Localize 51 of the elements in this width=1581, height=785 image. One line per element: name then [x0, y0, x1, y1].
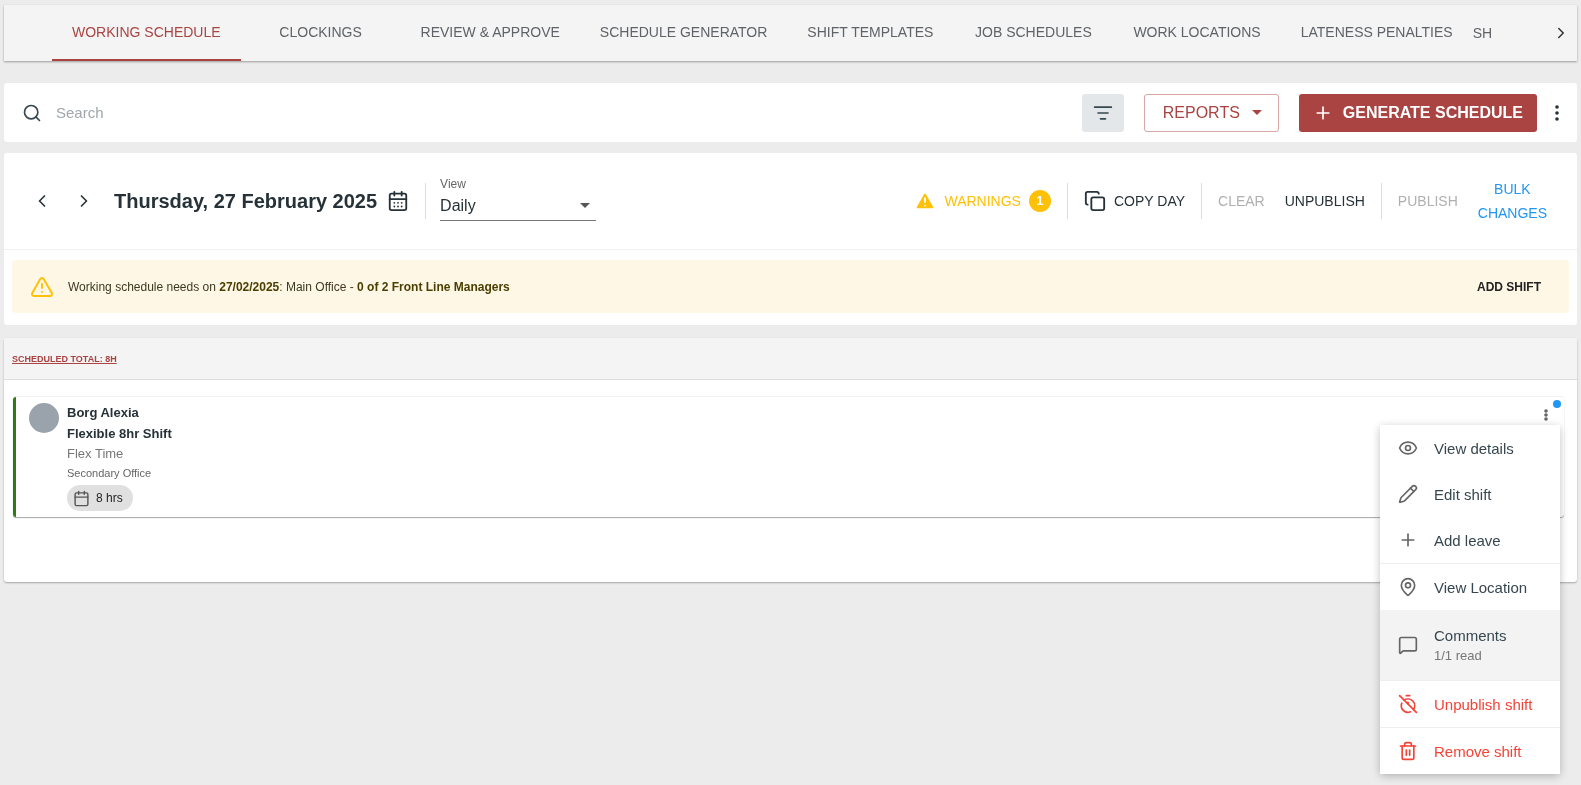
- pencil-icon: [1398, 484, 1418, 504]
- view-label: View: [440, 177, 467, 191]
- toolbar-action-button[interactable]: BULK CHANGES: [1467, 177, 1557, 225]
- warning-icon: [914, 190, 937, 212]
- add-shift-button[interactable]: ADD SHIFT: [1471, 278, 1547, 295]
- caret-icon: [580, 203, 591, 208]
- menu-item[interactable]: Comments 1/1 read: [1380, 610, 1560, 680]
- tab[interactable]: WORK LOCATIONS: [1113, 5, 1281, 61]
- menu-item[interactable]: Add leave: [1380, 517, 1560, 563]
- menu-item[interactable]: View Location: [1380, 564, 1560, 610]
- menu-item-label: Comments: [1434, 627, 1507, 644]
- caret-icon: [1251, 110, 1262, 115]
- tab[interactable]: SHIFT TEMPLATES: [787, 5, 954, 61]
- date-title: Thursday, 27 February 2025: [114, 189, 378, 213]
- tab[interactable]: JOB SCHEDULES: [953, 5, 1114, 61]
- calendar-icon: [73, 489, 90, 507]
- warning-icon: [30, 274, 54, 299]
- trash-icon: [1398, 741, 1418, 761]
- location-pin-icon: [1398, 577, 1418, 597]
- tab[interactable]: SCHEDULE GENERATOR: [579, 5, 788, 61]
- more-vertical-icon: [1544, 409, 1548, 421]
- toolbar-action-button[interactable]: COPY DAY: [1073, 189, 1195, 213]
- hours-chip: 8 hrs: [67, 485, 133, 511]
- menu-item[interactable]: Remove shift: [1380, 728, 1560, 774]
- menu-item[interactable]: Unpublish shift: [1380, 681, 1560, 727]
- shift-name: Flexible 8hr Shift: [67, 425, 172, 443]
- comment-icon: [1398, 635, 1418, 655]
- tab[interactable]: REVIEW & APPROVE: [400, 5, 580, 61]
- menu-item[interactable]: Edit shift: [1380, 471, 1560, 517]
- menu-item[interactable]: View details: [1380, 425, 1560, 471]
- tab[interactable]: WORKING SCHEDULE: [52, 5, 241, 61]
- banner-message: Working schedule needs on 27/02/2025: Main Office - 0 of 2 Front Line Managers: [68, 279, 510, 294]
- timer-off-icon: [1398, 694, 1418, 714]
- filter-button[interactable]: [1081, 93, 1124, 132]
- menu-item-subtitle: 1/1 read: [1434, 648, 1483, 663]
- scheduled-total-link[interactable]: SCHEDULED TOTAL: 8H: [12, 353, 117, 364]
- eye-icon: [1398, 438, 1418, 458]
- warning-count-badge: 1: [1028, 190, 1051, 212]
- shift-location: Secondary Office: [67, 466, 152, 481]
- generate-schedule-button[interactable]: GENERATE SCHEDULE: [1298, 93, 1537, 132]
- view-select[interactable]: Daily: [440, 191, 597, 221]
- employee-name: Borg Alexia: [67, 404, 139, 422]
- search-icon: [22, 102, 42, 123]
- copy-icon: [1083, 190, 1106, 212]
- tab[interactable]: CLOCKINGS: [240, 5, 401, 61]
- shift-type: Flex Time: [67, 445, 124, 463]
- reports-button[interactable]: REPORTS: [1143, 93, 1279, 132]
- toolbar-action-button[interactable]: UNPUBLISH: [1274, 189, 1375, 213]
- more-vertical-icon: [1555, 104, 1559, 121]
- calendar-icon: [387, 190, 410, 212]
- avatar: [29, 403, 59, 433]
